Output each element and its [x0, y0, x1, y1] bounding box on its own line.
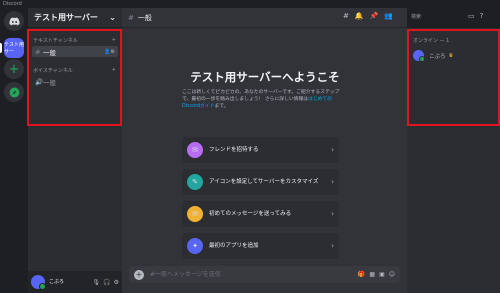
gift-icon[interactable]: 🎁: [358, 271, 365, 278]
mic-muted-icon[interactable]: 🎙: [93, 279, 101, 286]
help-icon[interactable]: ?: [480, 12, 484, 20]
server-list: テスト用サー +: [0, 8, 28, 293]
category-voice[interactable]: ボイスチャンネル +: [28, 65, 122, 75]
invite-icon: ✉: [187, 142, 203, 158]
message-composer: + 🎁 ▦ ▣ ☺: [129, 266, 400, 283]
active-server-indicator: [0, 43, 2, 53]
member-item[interactable]: こぶろ ♛: [413, 50, 494, 62]
hash-icon: #: [128, 13, 134, 22]
explore-servers-button[interactable]: [4, 82, 24, 102]
channel-sidebar: テスト用サーバー ⌄ テキストチャンネル + # 一般 👤⚙ ボイスチャンネル …: [28, 8, 122, 293]
message-input[interactable]: [150, 271, 358, 278]
message-icon: ✉: [187, 206, 203, 222]
channel-name: 一般: [43, 48, 56, 57]
welcome-section: テスト用サーバーへようこそ ここは新しくてピカピカの、あなたのサーバーです。ご紹…: [182, 70, 348, 110]
welcome-description: ここは新しくてピカピカの、あなたのサーバーです。ご紹介するステップで、最初の一歩…: [182, 89, 348, 110]
card-label: 初めてのメッセージを送ってみる: [209, 210, 292, 217]
invite-member-icon[interactable]: 👤⚙: [104, 49, 115, 55]
card-label: 最初のアプリを追加: [209, 242, 259, 249]
title-bar: Discord: [0, 0, 500, 8]
app-title: Discord: [3, 1, 22, 7]
home-button[interactable]: [4, 11, 24, 31]
add-server-button[interactable]: +: [4, 59, 24, 79]
compass-icon: [9, 87, 19, 97]
user-panel: こぶろ 🎙 🎧 ⚙: [28, 271, 122, 293]
channel-name: 一般: [43, 78, 56, 87]
inbox-icon[interactable]: ▭: [468, 12, 475, 20]
chevron-right-icon: ›: [331, 178, 334, 186]
add-app-card[interactable]: ✦ 最初のアプリを追加 ›: [182, 233, 339, 259]
online-header: オンライン — 1: [413, 38, 450, 44]
add-channel-icon[interactable]: +: [112, 37, 116, 43]
server-test[interactable]: テスト用サー: [4, 38, 24, 58]
chevron-right-icon: ›: [331, 146, 334, 154]
customize-server-card[interactable]: ✎ アイコンを設定してサーバーをカスタマイズ ›: [182, 169, 339, 195]
top-right-actions: ▭ ?: [468, 12, 483, 20]
category-voice-label: ボイスチャンネル: [33, 67, 73, 74]
username: こぶろ: [49, 279, 65, 285]
avatar: [413, 50, 425, 62]
category-text-label: テキストチャンネル: [33, 37, 78, 44]
welcome-title: テスト用サーバーへようこそ: [190, 70, 340, 84]
category-text[interactable]: テキストチャンネル +: [28, 35, 122, 45]
search-input[interactable]: 検索: [408, 12, 463, 23]
channel-text-general[interactable]: # 一般 👤⚙: [32, 46, 118, 57]
member-name: こぶろ: [429, 53, 446, 60]
bell-icon[interactable]: 🔔: [355, 12, 364, 20]
crown-icon: ♛: [448, 52, 454, 59]
add-channel-icon[interactable]: +: [112, 67, 116, 73]
avatar[interactable]: [31, 275, 46, 290]
user-controls: 🎙 🎧 ⚙: [93, 279, 120, 286]
card-label: フレンドを招待する: [209, 146, 259, 153]
server-name: テスト用サーバー: [34, 13, 98, 22]
discord-logo-icon: [8, 17, 20, 25]
plus-icon: +: [8, 61, 20, 77]
invite-friends-card[interactable]: ✉ フレンドを招待する ›: [182, 137, 339, 163]
speaker-icon: 🔊: [35, 77, 44, 86]
customize-icon: ✎: [187, 174, 203, 190]
chevron-right-icon: ›: [331, 242, 334, 250]
header-actions: # 🔔 📌 👥: [343, 12, 393, 20]
app-icon: ✦: [187, 238, 203, 254]
chevron-down-icon: ⌄: [109, 13, 116, 22]
attach-plus-icon[interactable]: +: [134, 269, 144, 280]
members-icon[interactable]: 👥: [384, 12, 393, 20]
emoji-icon[interactable]: ☺: [389, 271, 395, 278]
member-list: オンライン — 1 こぶろ ♛: [407, 28, 500, 293]
server-test-label: テスト用サー: [4, 42, 25, 55]
gif-icon[interactable]: ▦: [369, 271, 375, 278]
card-label: アイコンを設定してサーバーをカスタマイズ: [209, 178, 319, 185]
main-content: # 一般 テスト用サーバーへようこそ ここは新しくてピカピカの、あなたのサーバー…: [122, 8, 407, 293]
gear-icon[interactable]: ⚙: [114, 279, 119, 286]
threads-icon[interactable]: #: [343, 12, 349, 20]
welcome-desc-end: まで。: [214, 104, 229, 109]
channel-title: 一般: [137, 13, 152, 22]
server-header[interactable]: テスト用サーバー ⌄: [28, 8, 122, 28]
first-message-card[interactable]: ✉ 初めてのメッセージを送ってみる ›: [182, 201, 339, 227]
channel-voice-general[interactable]: 🔊 一般: [32, 76, 118, 87]
chevron-right-icon: ›: [331, 210, 334, 218]
headphones-icon[interactable]: 🎧: [103, 279, 110, 286]
hash-icon: #: [35, 47, 41, 56]
composer-tools: 🎁 ▦ ▣ ☺: [358, 271, 395, 278]
pin-icon[interactable]: 📌: [370, 12, 379, 20]
sticker-icon[interactable]: ▣: [379, 271, 385, 278]
